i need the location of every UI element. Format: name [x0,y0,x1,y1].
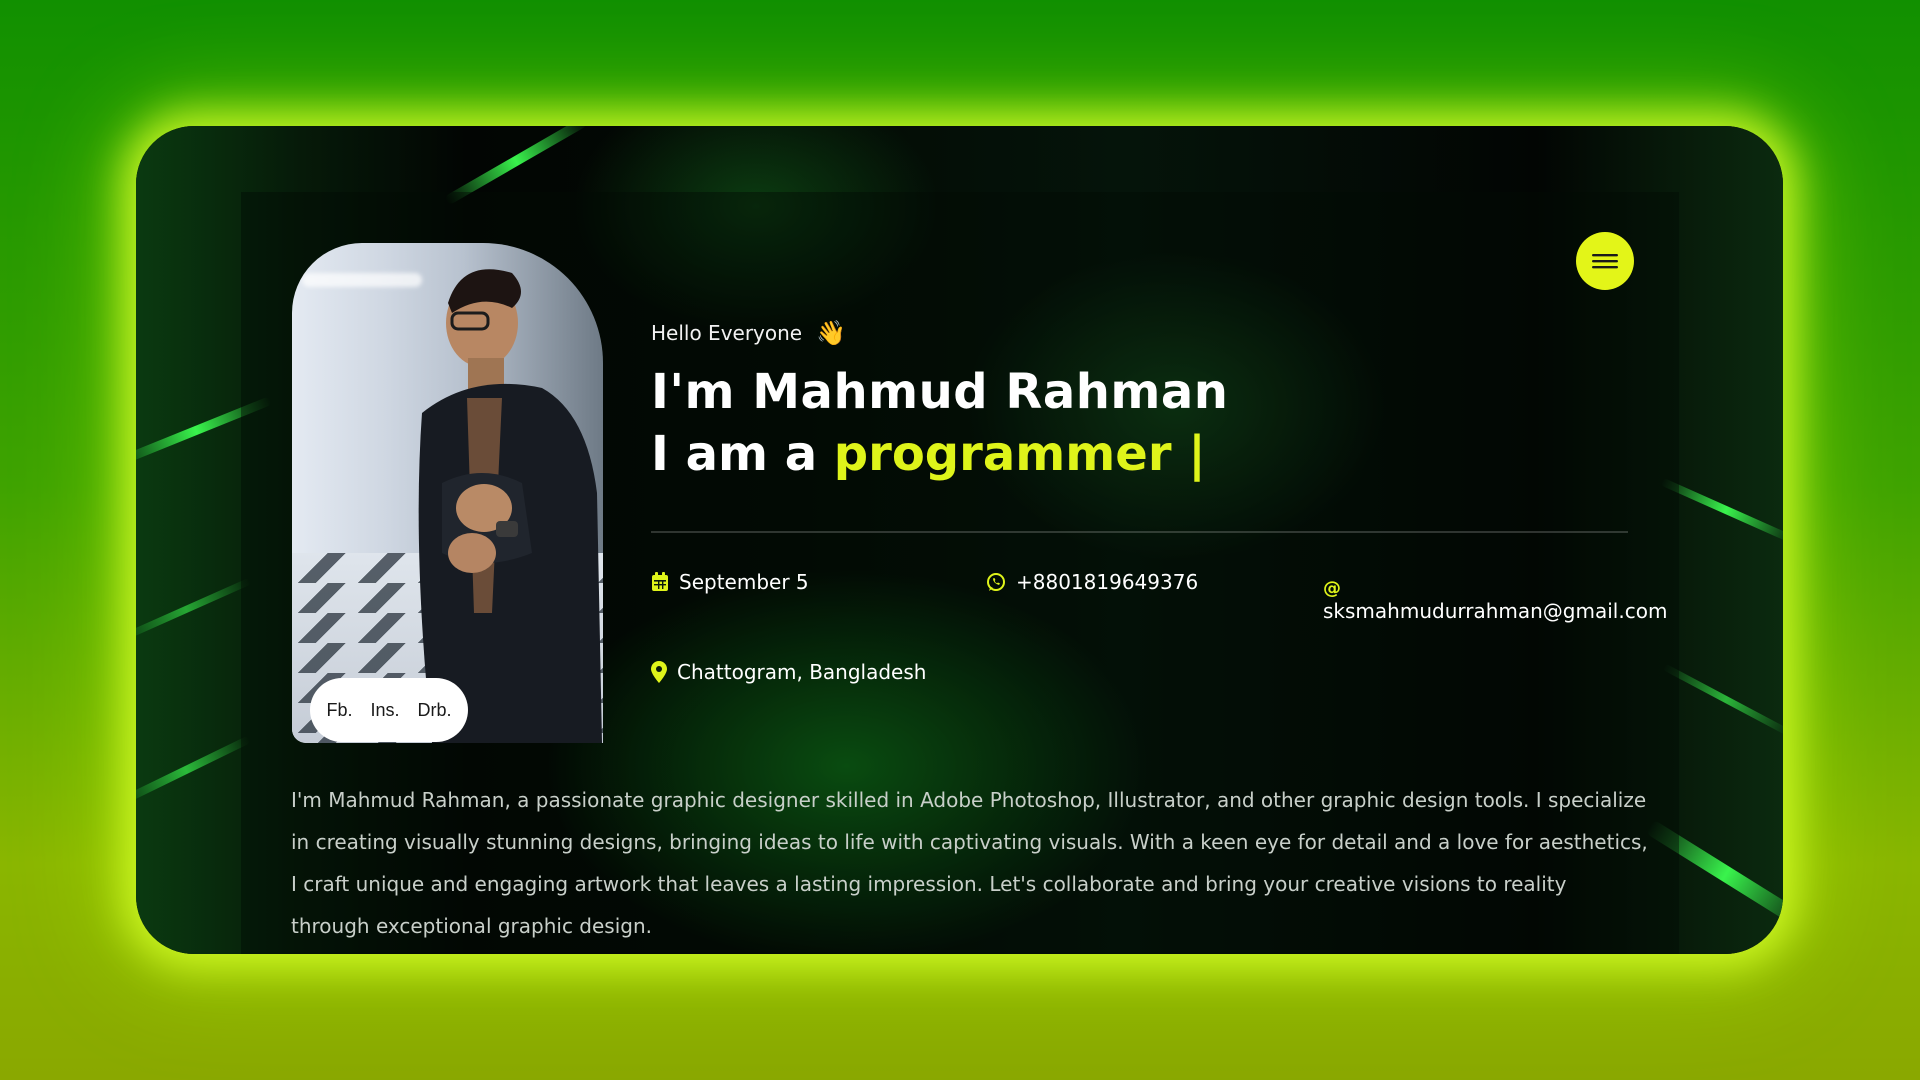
ceiling-light [302,273,422,287]
phone-text[interactable]: +8801819649376 [1016,570,1198,594]
location-text: Chattogram, Bangladesh [677,660,927,684]
name-heading: I'm Mahmud Rahman [651,364,1229,420]
greeting: Hello Everyone 👋 [651,319,846,347]
person-figure [418,269,602,743]
email-info: @ sksmahmudurrahman@gmail.com [1323,578,1667,624]
hamburger-icon [1592,254,1618,269]
role-prefix: I am a [651,426,834,482]
phone-info: +8801819649376 [986,570,1198,594]
social-links: Fb. Ins. Drb. [310,678,468,742]
at-icon: @ [1323,578,1341,599]
greeting-text: Hello Everyone [651,321,803,345]
whatsapp-icon [987,573,1005,591]
waving-hand-icon: 👋 [816,319,846,347]
bio-paragraph: I'm Mahmud Rahman, a passionate graphic … [291,788,1648,938]
portfolio-window: Fb. Ins. Drb. Hello Everyone 👋 I'm Mahmu… [136,126,1783,954]
role-heading: I am a programmer | [651,426,1206,482]
location-info: Chattogram, Bangladesh [651,660,926,684]
calendar-icon [652,572,668,591]
facebook-link[interactable]: Fb. [326,700,352,721]
instagram-link[interactable]: Ins. [370,700,399,721]
profile-photo [292,243,603,743]
menu-button[interactable] [1576,232,1634,290]
role-typed-text: programmer | [833,426,1206,482]
dribbble-link[interactable]: Drb. [418,700,452,721]
divider [651,531,1628,533]
birthday-info: September 5 [651,570,809,594]
email-text[interactable]: sksmahmudurrahman@gmail.com [1323,599,1667,623]
birthday-text: September 5 [679,570,809,594]
map-pin-icon [651,661,667,683]
